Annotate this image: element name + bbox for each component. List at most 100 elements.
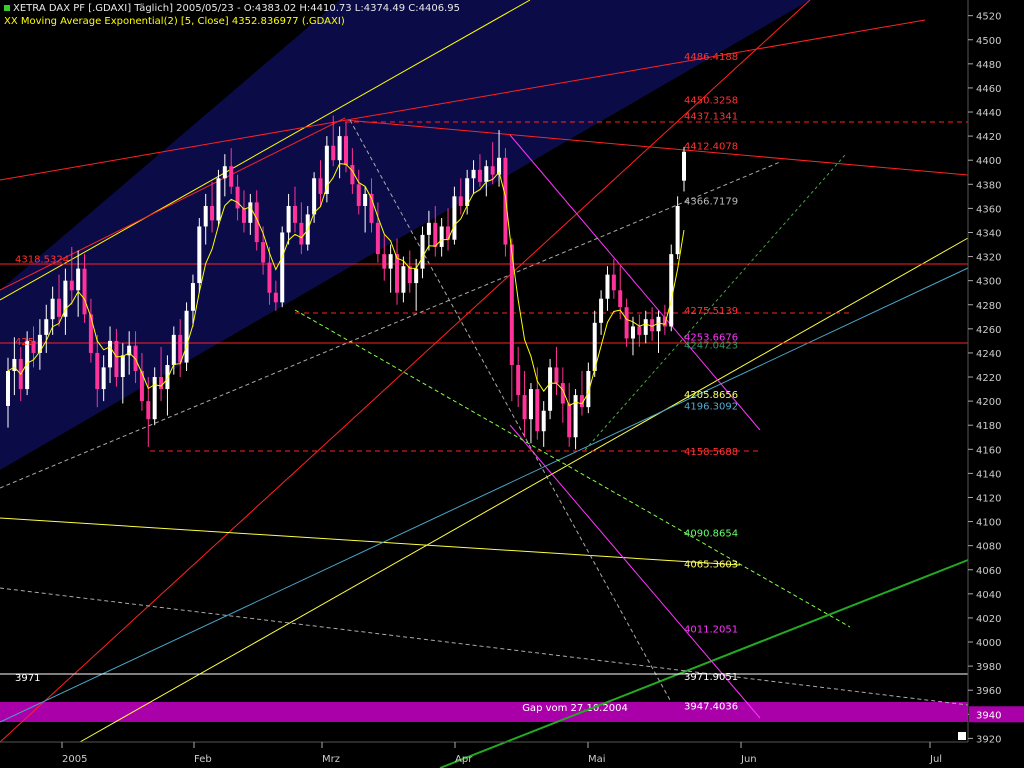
level-label: 4196.3092 — [684, 402, 738, 413]
y-tick-label: 4420 — [976, 132, 1001, 143]
y-tick-label: 4220 — [976, 373, 1001, 384]
candle-body — [76, 268, 81, 291]
candle-body — [554, 367, 559, 384]
candle-body — [171, 334, 176, 365]
candle-body — [420, 234, 425, 269]
gap-annotation: Gap vom 27.10.2004 — [522, 703, 628, 714]
candle-body — [573, 395, 578, 438]
candle-body — [477, 169, 482, 182]
candle-body — [490, 166, 495, 175]
level-label: 4412.4078 — [684, 141, 738, 152]
price-chart[interactable]: Gap vom 27.10.2004 4486.4188 4450.3258 443… — [0, 0, 1024, 768]
level-label: 4205.8656 — [684, 390, 738, 401]
level-label: 3971 — [15, 673, 40, 684]
candle-body — [433, 222, 438, 247]
candle-body — [535, 389, 540, 432]
level-label: 4011.2051 — [684, 625, 738, 636]
candle-body — [414, 268, 419, 284]
candle-body — [159, 377, 164, 390]
candle-body — [261, 242, 266, 263]
candle-body — [439, 226, 444, 247]
level-label: 4065.3603 — [684, 559, 738, 570]
candle-body — [528, 389, 533, 420]
candle-body — [637, 326, 642, 335]
candle-body — [114, 340, 119, 378]
level-label: 425 — [15, 337, 34, 348]
candle-body — [458, 196, 463, 206]
candle-body — [292, 205, 297, 223]
candle-body — [401, 266, 406, 293]
level-label: 3971.9051 — [684, 672, 738, 683]
candle-body — [337, 136, 342, 161]
candle-body — [630, 326, 635, 339]
candle-body — [395, 254, 400, 293]
candle-body — [643, 319, 648, 335]
candle-body — [241, 208, 246, 223]
x-tick-label: Jun — [740, 754, 757, 765]
y-tick-label: 4260 — [976, 325, 1001, 336]
candle-body — [541, 410, 546, 432]
level-label: 4437.1341 — [684, 111, 738, 122]
y-tick-label: 3920 — [976, 734, 1001, 745]
candle-body — [675, 205, 680, 255]
candle-body — [222, 166, 227, 179]
level-label: 4366.7179 — [684, 196, 738, 207]
y-tick-label: 3980 — [976, 662, 1001, 673]
y-tick-label: 4280 — [976, 301, 1001, 312]
series-color-swatch — [4, 5, 10, 11]
candle-body — [69, 280, 74, 291]
candle-body — [152, 377, 157, 420]
y-tick-label: 4340 — [976, 228, 1001, 239]
candle-body — [203, 205, 208, 227]
candle-body — [248, 202, 253, 223]
candle-body — [184, 310, 189, 363]
level-label: 4486.4188 — [684, 52, 738, 63]
y-tick-label: 4440 — [976, 108, 1001, 119]
candle-body — [350, 165, 355, 185]
y-tick-label: 4120 — [976, 493, 1001, 504]
y-tick-label: 4380 — [976, 180, 1001, 191]
candle-body — [669, 254, 674, 327]
candle-body — [375, 222, 380, 255]
y-tick-label: 4460 — [976, 84, 1001, 95]
x-tick-label: Feb — [194, 754, 212, 765]
y-tick-label: 4240 — [976, 349, 1001, 360]
candle-body — [190, 283, 195, 311]
candle-body — [363, 193, 368, 206]
candle-body — [88, 314, 93, 353]
candle-body — [95, 352, 100, 390]
candle-body — [522, 395, 527, 420]
candle-body — [312, 178, 317, 215]
candle-body — [286, 205, 291, 233]
x-tick-label: Apr — [455, 754, 473, 765]
chart-header-title: XETRA DAX PF [.GDAXI] Täglich] 2005/05/2… — [4, 3, 460, 14]
y-tick-label: 4080 — [976, 542, 1001, 553]
candle-body — [516, 364, 521, 396]
candle-body — [452, 196, 457, 240]
y-tick-label: 4200 — [976, 397, 1001, 408]
candle-body — [273, 292, 278, 303]
candle-body — [344, 136, 348, 166]
candle-body — [331, 145, 336, 161]
level-label: 4158.5688 — [684, 447, 738, 458]
x-tick-label: Jul — [929, 754, 942, 765]
candle-body — [165, 364, 170, 390]
candle-body — [44, 319, 49, 335]
candle-body — [618, 290, 623, 308]
level-label: 4247.0423 — [684, 340, 738, 351]
y-tick-label: 4040 — [976, 590, 1001, 601]
y-tick-label: 4000 — [976, 638, 1001, 649]
candle-body — [280, 232, 285, 303]
candle-body — [235, 186, 240, 209]
candle-body — [599, 298, 604, 323]
resize-handle[interactable] — [958, 732, 966, 740]
candle-body — [548, 367, 553, 411]
level-label: 4275.5139 — [684, 306, 738, 317]
y-tick-label: 4020 — [976, 614, 1001, 625]
y-tick-label: 4100 — [976, 518, 1001, 529]
y-tick-label: 4320 — [976, 253, 1001, 264]
level-label: 4450.3258 — [684, 96, 738, 107]
candle-body — [484, 166, 489, 182]
chart-title-text: XETRA DAX PF [.GDAXI] Täglich] 2005/05/2… — [13, 3, 460, 14]
y-tick-label: 4300 — [976, 277, 1001, 288]
